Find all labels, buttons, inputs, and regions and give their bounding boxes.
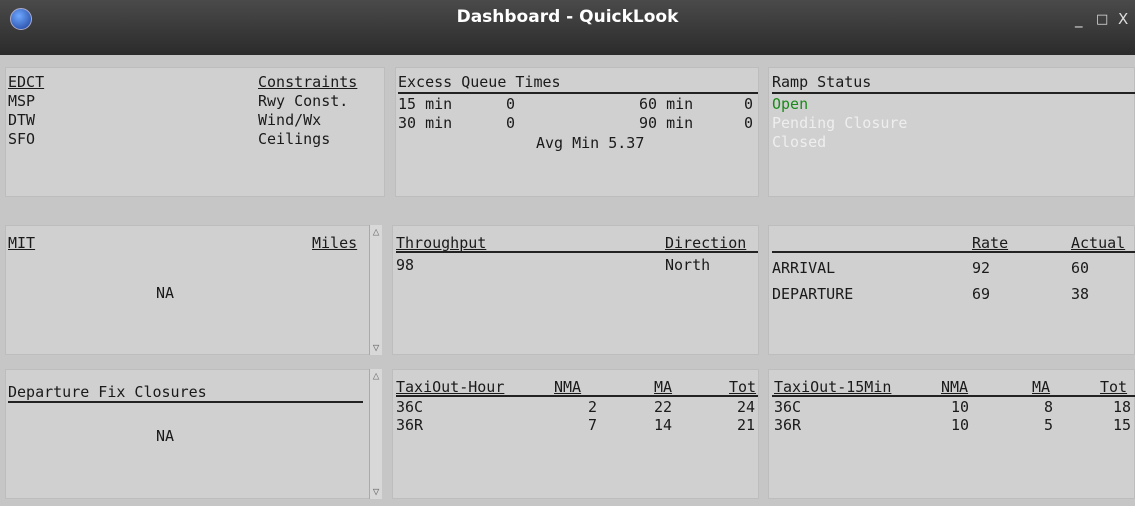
edct-header: EDCT — [8, 73, 45, 91]
ma-value: 5 — [1043, 416, 1053, 434]
ramp-open-status: Open — [772, 95, 809, 113]
edct-airport: DTW — [8, 111, 36, 129]
scroll-down-arrow-icon[interactable]: ▽ — [371, 485, 381, 499]
nma-header: NMA — [941, 378, 969, 396]
queue-value: 0 — [744, 95, 754, 113]
ma-header: MA — [1032, 378, 1051, 396]
queue-label: 30 min — [398, 114, 453, 132]
throughput-panel: Throughput Direction 98 North — [392, 225, 759, 355]
rate-row-label: DEPARTURE — [772, 285, 854, 303]
departure-fix-closures-panel: Departure Fix Closures NA — [5, 369, 381, 499]
fix-closures-header: Departure Fix Closures — [8, 383, 207, 401]
edct-constraint: Wind/Wx — [258, 111, 322, 129]
rate-header: Rate — [972, 234, 1009, 252]
rate-value: 69 — [972, 285, 991, 303]
taxiout-15min-header: TaxiOut-15Min — [774, 378, 892, 396]
ramp-status-panel: Ramp Status Open Pending Closure Closed — [768, 67, 1135, 197]
runway-label: 36R — [774, 416, 802, 434]
ramp-status-header: Ramp Status — [772, 73, 872, 91]
miles-header: Miles — [312, 234, 358, 252]
nma-value: 10 — [951, 416, 970, 434]
ma-header: MA — [654, 378, 673, 396]
excess-queue-panel: Excess Queue Times 15 min 0 60 min 0 30 … — [395, 67, 759, 197]
queue-label: 90 min — [639, 114, 694, 132]
close-button[interactable]: X — [1118, 10, 1128, 28]
actual-value: 60 — [1071, 259, 1090, 277]
edct-airport: MSP — [8, 92, 36, 110]
ma-value: 22 — [654, 398, 673, 416]
direction-header: Direction — [665, 234, 747, 252]
avg-min: Avg Min 5.37 — [536, 134, 645, 152]
nma-value: 10 — [951, 398, 970, 416]
tot-value: 24 — [736, 398, 755, 416]
header-divider — [772, 395, 1135, 397]
tot-value: 21 — [736, 416, 755, 434]
title-bar: Dashboard - QuickLook _ □ X — [0, 0, 1135, 55]
queue-label: 60 min — [639, 95, 694, 113]
runway-label: 36C — [396, 398, 424, 416]
edct-constraint: Rwy Const. — [258, 92, 349, 110]
rate-value: 92 — [972, 259, 991, 277]
scroll-up-arrow-icon[interactable]: △ — [371, 369, 381, 383]
queue-value: 0 — [506, 114, 516, 132]
mit-scrollbar[interactable]: △ ▽ — [369, 225, 382, 355]
throughput-header: Throughput — [396, 234, 487, 252]
mit-panel: MIT Miles NA — [5, 225, 381, 355]
nma-value: 2 — [587, 398, 597, 416]
edct-airport: SFO — [8, 130, 36, 148]
queue-value: 0 — [744, 114, 754, 132]
ma-value: 8 — [1043, 398, 1053, 416]
edct-panel: EDCT Constraints MSP Rwy Const. DTW Wind… — [5, 67, 385, 197]
runway-label: 36C — [774, 398, 802, 416]
fix-closures-value: NA — [156, 427, 175, 445]
queue-label: 15 min — [398, 95, 453, 113]
queue-value: 0 — [506, 95, 516, 113]
mit-value: NA — [156, 284, 175, 302]
header-divider — [772, 92, 1135, 94]
taxiout-hour-panel: TaxiOut-Hour NMA MA Tot 36C 2 22 24 36R … — [392, 369, 759, 499]
direction-value: North — [665, 256, 711, 274]
header-divider — [396, 395, 758, 397]
header-divider — [8, 401, 363, 403]
ramp-closed-status: Closed — [772, 133, 827, 151]
nma-value: 7 — [587, 416, 597, 434]
edct-constraint: Ceilings — [258, 130, 331, 148]
scroll-up-arrow-icon[interactable]: △ — [371, 225, 381, 239]
window-title: Dashboard - QuickLook — [456, 7, 679, 27]
rate-row-label: ARRIVAL — [772, 259, 836, 277]
runway-label: 36R — [396, 416, 424, 434]
header-divider — [398, 92, 758, 94]
dashboard-content: EDCT Constraints MSP Rwy Const. DTW Wind… — [0, 55, 1135, 506]
minimize-button[interactable]: _ — [1075, 10, 1083, 28]
header-divider — [772, 251, 1135, 253]
tot-header: Tot — [729, 378, 757, 396]
tot-value: 18 — [1112, 398, 1131, 416]
constraints-header: Constraints — [258, 73, 358, 91]
scroll-down-arrow-icon[interactable]: ▽ — [371, 341, 381, 355]
tot-header: Tot — [1100, 378, 1128, 396]
nma-header: NMA — [554, 378, 582, 396]
ramp-pending-closure-status: Pending Closure — [772, 114, 908, 132]
throughput-value: 98 — [396, 256, 415, 274]
ma-value: 14 — [654, 416, 673, 434]
mit-header: MIT — [8, 234, 36, 252]
tot-value: 15 — [1112, 416, 1131, 434]
fix-closures-scrollbar[interactable]: △ ▽ — [369, 369, 382, 499]
arrival-departure-rates-panel: Rate Actual ARRIVAL 92 60 DEPARTURE 69 3… — [768, 225, 1135, 355]
excess-queue-header: Excess Queue Times — [398, 73, 561, 91]
actual-header: Actual — [1071, 234, 1126, 252]
taxiout-hour-header: TaxiOut-Hour — [396, 378, 505, 396]
actual-value: 38 — [1071, 285, 1090, 303]
header-divider — [396, 251, 758, 253]
maximize-button[interactable]: □ — [1096, 12, 1108, 27]
taxiout-15min-panel: TaxiOut-15Min NMA MA Tot 36C 10 8 18 36R… — [768, 369, 1135, 499]
